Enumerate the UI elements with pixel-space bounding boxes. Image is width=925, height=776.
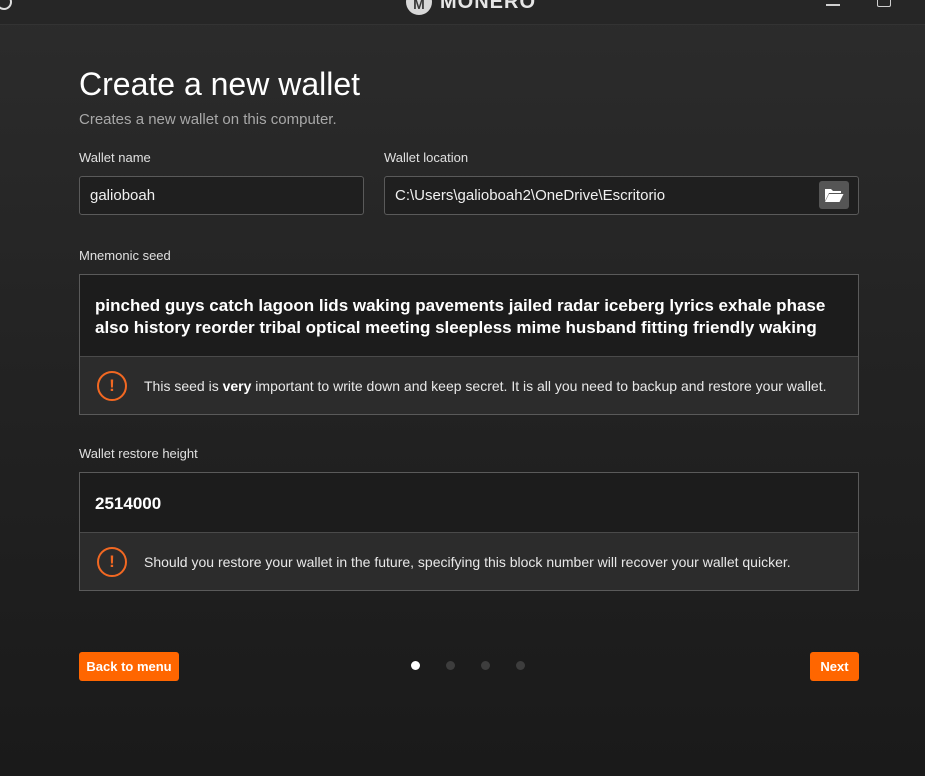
theme-toggle-icon[interactable] xyxy=(0,0,12,10)
wallet-name-label: Wallet name xyxy=(79,150,151,165)
step-indicator xyxy=(411,661,525,670)
step-dot-2 xyxy=(446,661,455,670)
monero-logo-icon: M xyxy=(406,0,432,15)
maximize-icon[interactable] xyxy=(877,0,891,7)
warning-icon-glyph: ! xyxy=(109,375,115,395)
mnemonic-seed-label: Mnemonic seed xyxy=(79,248,171,263)
folder-open-icon xyxy=(825,189,844,202)
warning-icon: ! xyxy=(97,370,127,401)
restore-height-warning: ! Should you restore your wallet in the … xyxy=(80,532,858,590)
step-dot-1 xyxy=(411,661,420,670)
restore-height-value-wrap: 2514000 xyxy=(80,473,858,534)
title-bar: M MONERO xyxy=(0,0,925,25)
step-dot-3 xyxy=(481,661,490,670)
wallet-location-value: C:\Users\galioboah2\OneDrive\Escritorio xyxy=(395,187,666,204)
wallet-location-label: Wallet location xyxy=(384,150,469,165)
page-subtitle: Creates a new wallet on this computer. xyxy=(79,111,337,128)
wallet-location-input[interactable]: C:\Users\galioboah2\OneDrive\Escritorio xyxy=(384,176,859,215)
browse-folder-button[interactable] xyxy=(819,181,849,209)
seed-warning-emphasis: very xyxy=(222,377,252,394)
brand-logo-letter: M xyxy=(413,0,425,12)
wallet-name-value: galioboah xyxy=(90,187,156,204)
restore-height-label: Wallet restore height xyxy=(79,446,198,461)
brand: M MONERO xyxy=(406,0,536,15)
wallet-name-input[interactable]: galioboah xyxy=(79,176,364,215)
restore-height-value[interactable]: 2514000 xyxy=(95,493,161,515)
brand-name: MONERO xyxy=(440,0,536,13)
seed-warning: ! This seed is very important to write d… xyxy=(80,356,858,414)
warning-icon-glyph: ! xyxy=(109,551,115,571)
mnemonic-seed-text[interactable]: pinched guys catch lagoon lids waking pa… xyxy=(95,295,843,339)
restore-height-box: 2514000 ! Should you restore your wallet… xyxy=(79,472,859,591)
next-button[interactable]: Next xyxy=(810,652,859,681)
seed-warning-suffix: important to write down and keep secret.… xyxy=(251,377,827,394)
restore-height-warning-text: Should you restore your wallet in the fu… xyxy=(144,553,791,570)
seed-warning-prefix: This seed is xyxy=(144,377,223,394)
mnemonic-seed-text-wrap: pinched guys catch lagoon lids waking pa… xyxy=(80,275,858,358)
step-dot-4 xyxy=(516,661,525,670)
seed-warning-text: This seed is very important to write dow… xyxy=(144,377,847,395)
back-to-menu-button[interactable]: Back to menu xyxy=(79,652,179,681)
warning-icon: ! xyxy=(97,546,127,577)
minimize-icon[interactable] xyxy=(826,4,840,6)
page-title: Create a new wallet xyxy=(79,66,361,102)
mnemonic-seed-box: pinched guys catch lagoon lids waking pa… xyxy=(79,274,859,415)
